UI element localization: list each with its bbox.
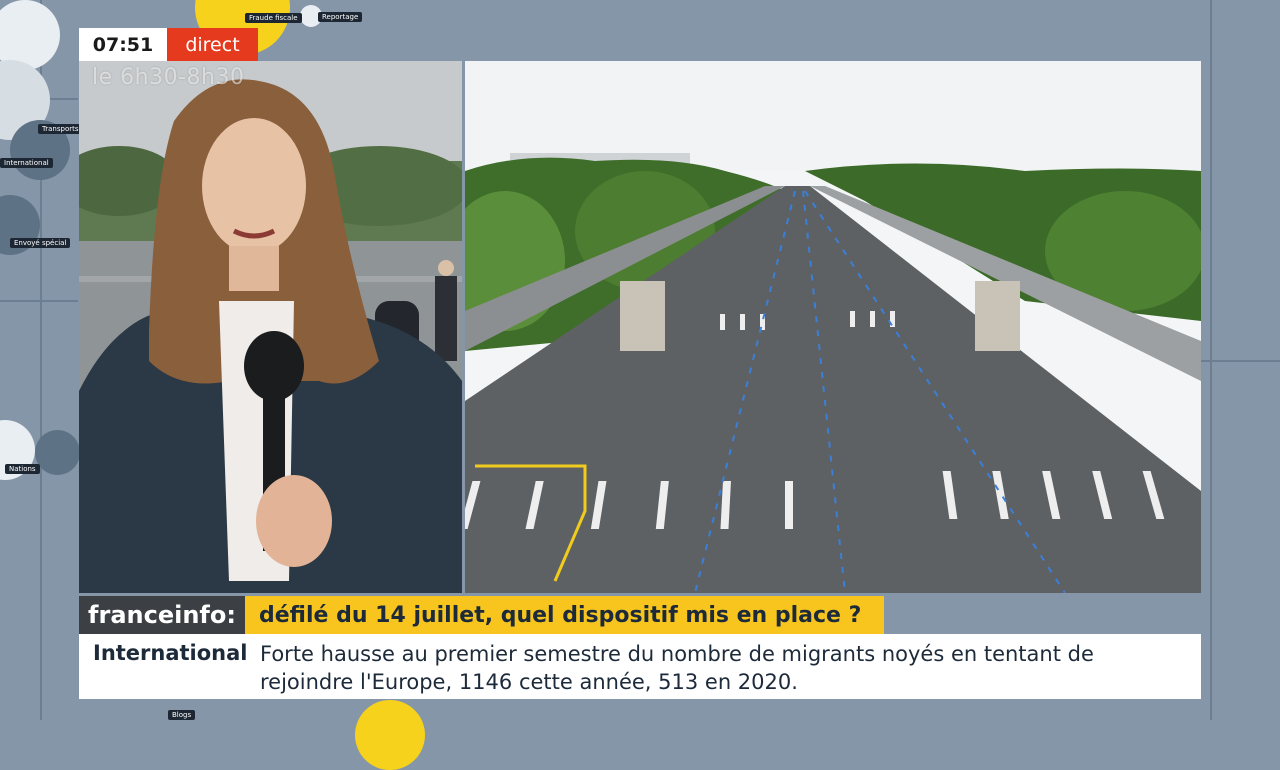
reporter-scene xyxy=(79,61,462,593)
news-ticker: International Forte hausse au premier se… xyxy=(79,634,1201,699)
headline-banner: défilé du 14 juillet, quel dispositif mi… xyxy=(245,596,884,634)
bg-tag: Fraude fiscale xyxy=(245,13,302,23)
microphone xyxy=(244,331,304,401)
bg-bubble xyxy=(355,700,425,770)
monument-right xyxy=(975,281,1020,351)
news-category: International xyxy=(93,641,248,665)
background-person xyxy=(435,276,457,361)
bg-tag: Nations xyxy=(5,464,40,474)
bg-bubble xyxy=(35,430,80,475)
bg-tag: Transports xyxy=(38,124,83,134)
bg-tag: Blogs xyxy=(168,710,196,720)
reporter-video xyxy=(79,61,462,593)
news-text: Forte hausse au premier semestre du nomb… xyxy=(260,642,1094,694)
live-badge: direct xyxy=(167,28,258,61)
bg-tag: Reportage xyxy=(318,12,363,22)
bg-tag: International xyxy=(0,158,53,168)
bg-line xyxy=(0,300,78,302)
bg-line xyxy=(1200,360,1280,362)
program-schedule: le 6h30-8h30 xyxy=(92,65,245,90)
channel-logo: franceinfo: xyxy=(79,596,245,634)
monument-left xyxy=(620,281,665,351)
bg-tag: Envoyé spécial xyxy=(10,238,71,248)
avenue-video xyxy=(465,61,1201,593)
clock: 07:51 xyxy=(79,28,167,61)
avenue-scene xyxy=(465,61,1201,593)
